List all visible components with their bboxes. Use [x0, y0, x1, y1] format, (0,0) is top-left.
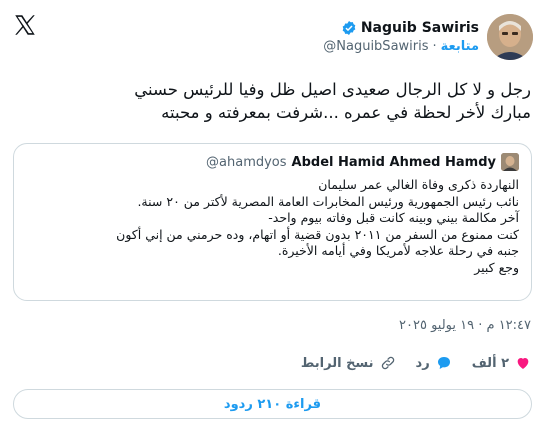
author-handle[interactable]: @NaguibSawiris — [323, 39, 428, 54]
quoted-line: النهاردة ذكرى وفاة الغالي عمر سليمان — [318, 177, 519, 192]
tweet-text: رجل و لا كل الرجال صعيدى اصيل ظل وفيا لل… — [16, 78, 531, 124]
verified-badge-icon — [342, 21, 356, 35]
quoted-line: كنت ممنوع من السفر من ٢٠١١ بدون قضية أو … — [116, 226, 519, 242]
quoted-tweet-body: النهاردة ذكرى وفاة الغالي عمر سليمان نائ… — [26, 177, 519, 276]
quoted-line: جنبه في رحلة علاجه لأمريكا وفي أيامه الأ… — [277, 243, 519, 258]
x-logo-icon[interactable] — [12, 12, 38, 38]
heart-icon — [517, 358, 529, 369]
quoted-line: وجع كبير — [474, 259, 519, 275]
reply-button[interactable]: رد — [416, 355, 452, 371]
author-block: Naguib Sawiris متابعة · @NaguibSawiris — [323, 12, 533, 62]
reply-bubble-icon — [437, 357, 450, 369]
author-text: Naguib Sawiris متابعة · @NaguibSawiris — [323, 20, 479, 54]
quoted-author-avatar — [501, 153, 519, 171]
quoted-line: نائب رئيس الجمهورية ورئيس المخابرات العا… — [137, 193, 519, 209]
tweet-line: مبارك لأخر لحظة في عمره ...شرفت بمعرفته … — [161, 103, 531, 122]
like-count: ٢ ألف — [471, 355, 509, 371]
author-name-row: Naguib Sawiris — [323, 20, 479, 36]
quoted-line: آخر مكالمة بيني وبينه كانت قبل وفاته بيو… — [268, 210, 519, 225]
follow-button[interactable]: متابعة — [441, 39, 479, 54]
like-button[interactable]: ٢ ألف — [472, 355, 531, 371]
quoted-author-handle: @ahamdyos — [206, 154, 287, 170]
read-replies-button[interactable]: قراءة ٢١٠ ردود — [13, 389, 532, 419]
tweet-timestamp[interactable]: ١٢:٤٧ م · ١٩ يوليو ٢٠٢٥ — [399, 318, 531, 333]
separator-dot: · — [432, 39, 437, 54]
copy-link-button[interactable]: نسخ الرابط — [301, 355, 396, 371]
author-avatar[interactable] — [487, 14, 533, 60]
action-bar: ٢ ألف رد نسخ الرابط — [301, 355, 531, 371]
copy-link-label: نسخ الرابط — [300, 355, 374, 371]
link-icon — [381, 356, 394, 370]
quoted-tweet[interactable]: @ahamdyos Abdel Hamid Ahmed Hamdy النهار… — [13, 143, 532, 301]
author-name[interactable]: Naguib Sawiris — [361, 20, 479, 36]
quoted-author-name: Abdel Hamid Ahmed Hamdy — [291, 154, 496, 170]
tweet-line: رجل و لا كل الرجال صعيدى اصيل ظل وفيا لل… — [134, 80, 531, 99]
reply-label: رد — [415, 355, 430, 371]
quoted-tweet-header: @ahamdyos Abdel Hamid Ahmed Hamdy — [26, 153, 519, 171]
author-handle-row: متابعة · @NaguibSawiris — [323, 39, 479, 54]
